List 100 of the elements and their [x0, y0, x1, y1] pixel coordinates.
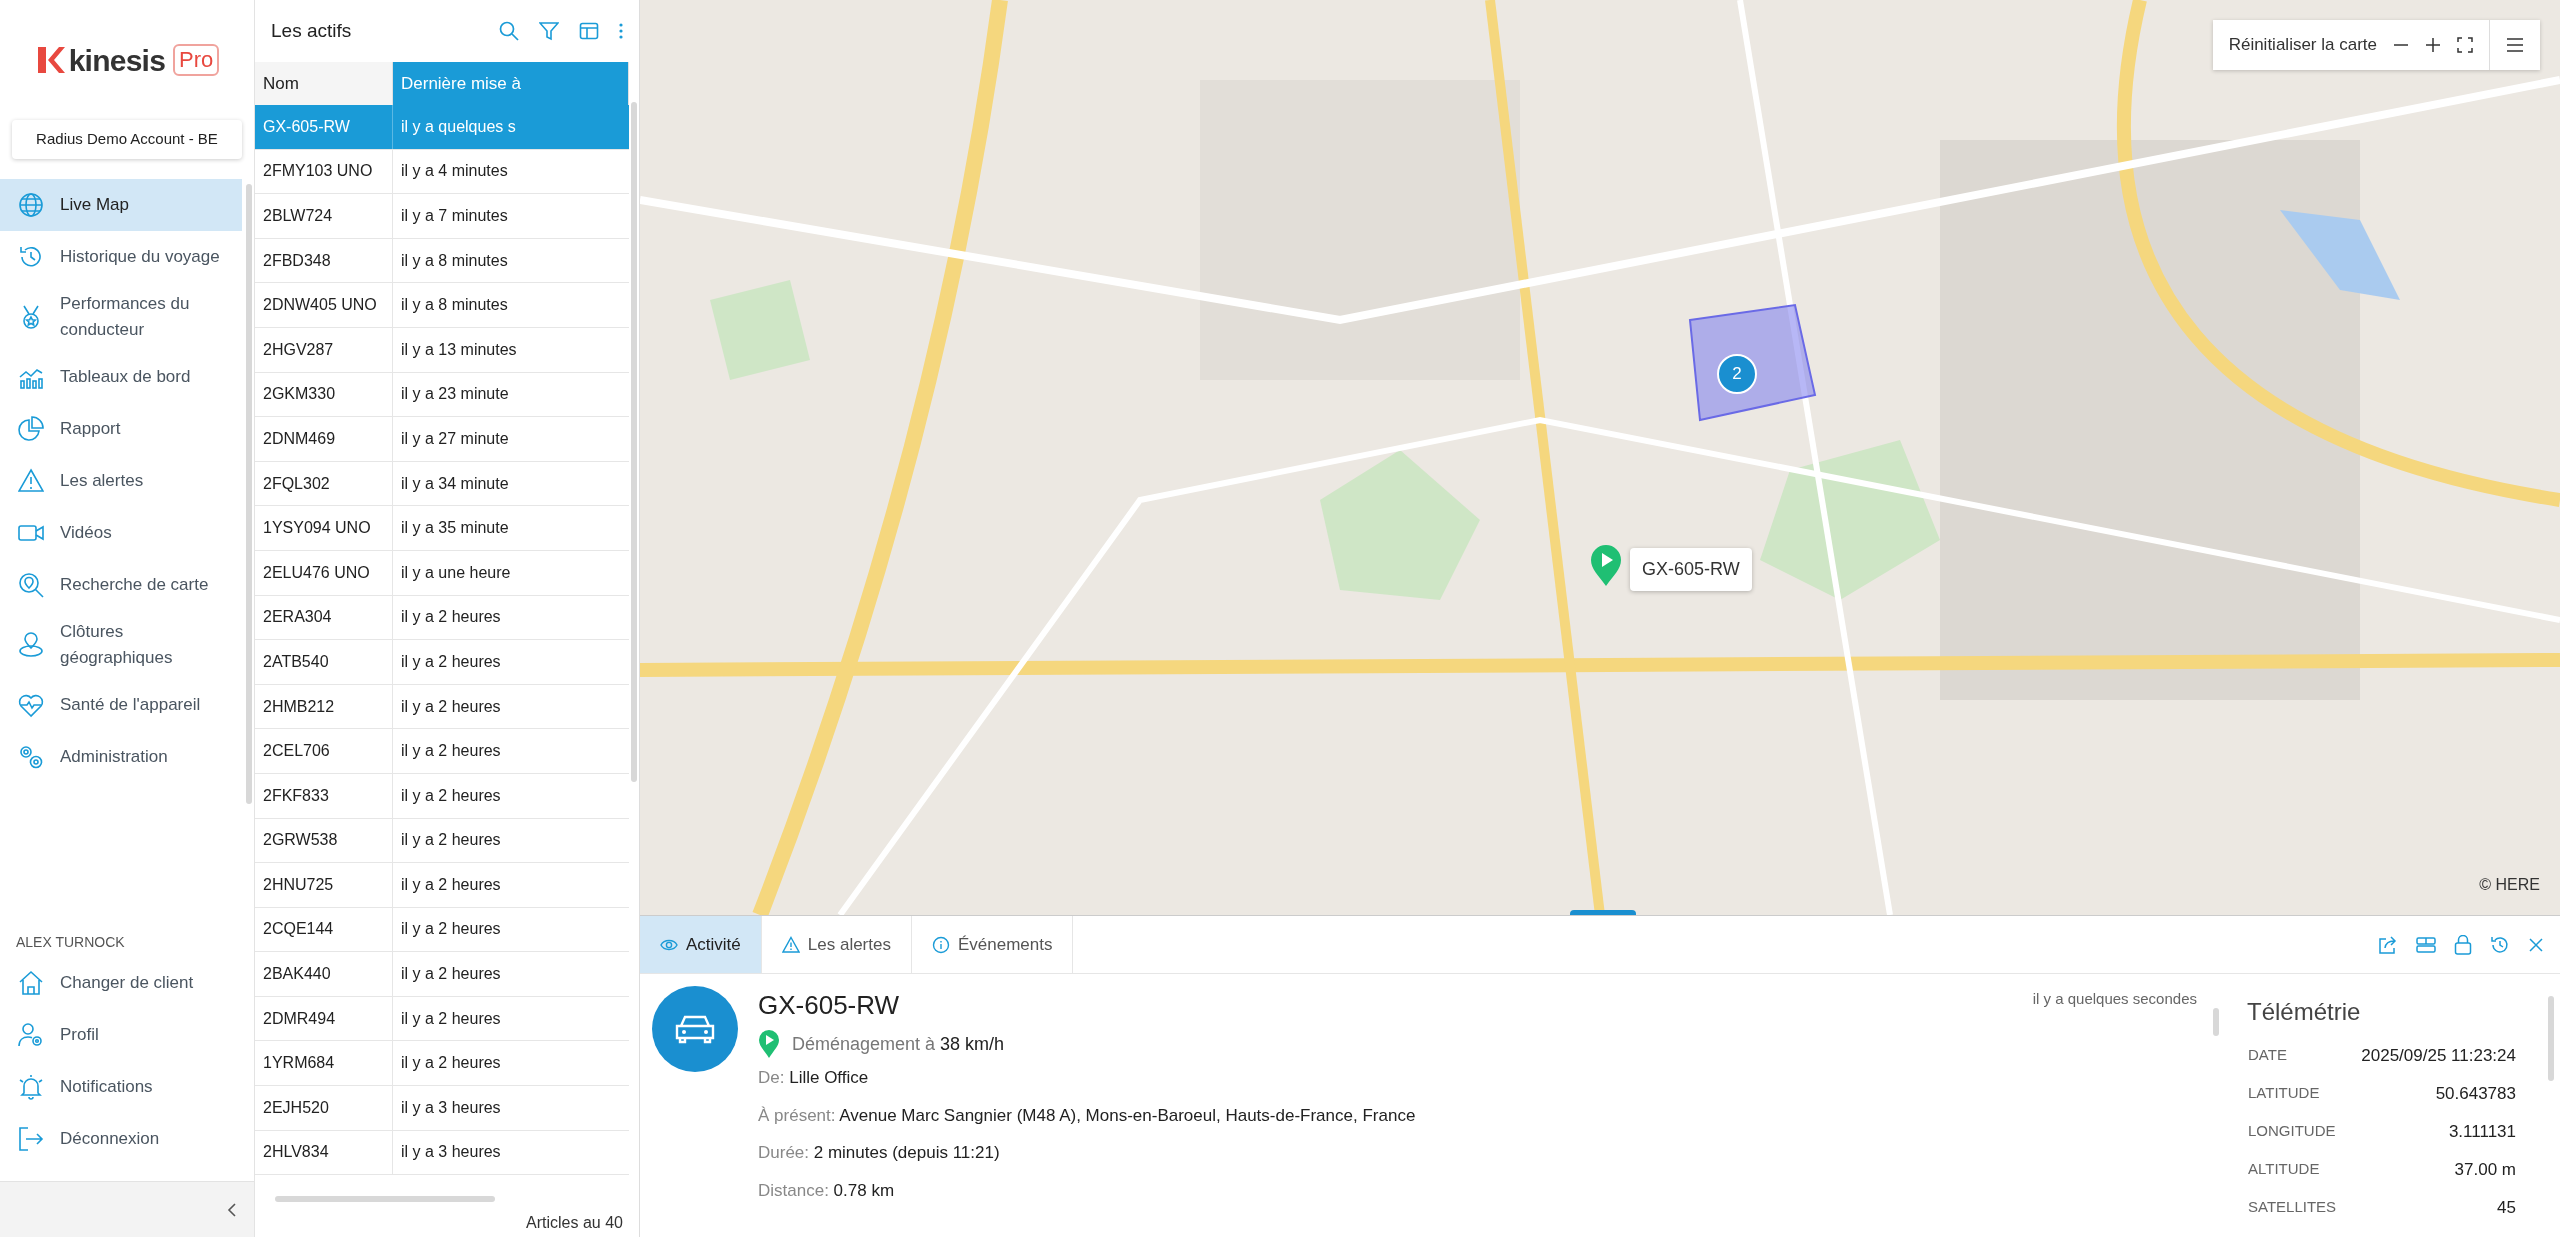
- asset-row[interactable]: 2CEL706 il y a 2 heures: [255, 729, 629, 774]
- table-cell-text: il y a 2 heures: [400, 1053, 502, 1074]
- asset-row[interactable]: 2FMY103 UNO il y a 4 minutes: [255, 149, 629, 195]
- nav-item[interactable]: Performances du conducteur: [0, 282, 242, 351]
- nav-item[interactable]: Rapport: [0, 402, 242, 455]
- table-cell: 2FKF833: [255, 773, 393, 818]
- columns-icon[interactable]: [579, 21, 599, 41]
- close-icon[interactable]: [2528, 936, 2544, 953]
- scrollbar[interactable]: [2548, 996, 2554, 1081]
- filter-icon[interactable]: [539, 21, 559, 41]
- asset-row[interactable]: 2HGV287 il y a 13 minutes: [255, 327, 629, 373]
- asset-row[interactable]: 2FKF833 il y a 2 heures: [255, 773, 629, 819]
- nav-item[interactable]: Santé de l'appareil: [0, 678, 242, 731]
- fullscreen-icon[interactable]: [2457, 37, 2473, 53]
- scrollbar[interactable]: [2213, 1008, 2219, 1036]
- table-cell: 2ERA304: [255, 595, 393, 640]
- asset-row[interactable]: 2HMB212 il y a 2 heures: [255, 684, 629, 730]
- asset-row[interactable]: 2HNU725 il y a 2 heures: [255, 863, 629, 908]
- table-cell-text: il y a 35 minute: [400, 518, 510, 539]
- table-cell: 2FBD348: [255, 238, 393, 283]
- table-cell: GX-605-RW: [255, 105, 393, 149]
- more-icon[interactable]: [619, 22, 623, 40]
- brand-name: kinesis: [68, 42, 166, 79]
- asset-row[interactable]: 2GRW538 il y a 2 heures: [255, 818, 629, 864]
- asset-row[interactable]: 2DNM469 il y a 27 minute: [255, 417, 629, 462]
- telemetry-value: 3.111131: [2448, 1120, 2516, 1143]
- table-cell-text: il y a 27 minute: [400, 428, 510, 449]
- asset-row[interactable]: 1YRM684 il y a 2 heures: [255, 1041, 629, 1087]
- asset-row[interactable]: 1YSY094 UNO il y a 35 minute: [255, 506, 629, 551]
- item-count: Articles au 40: [525, 1213, 624, 1233]
- menu-item[interactable]: Notifications: [0, 1061, 254, 1113]
- table-cell-text: il y a 4 minutes: [400, 161, 509, 182]
- table-cell-text: il y a 2 heures: [400, 696, 502, 717]
- column-header[interactable]: Nom: [255, 62, 393, 105]
- nav-item[interactable]: Vidéos: [0, 506, 242, 559]
- asset-row[interactable]: 2ATB540 il y a 2 heures: [255, 640, 629, 685]
- table-cell-text: il y a 2 heures: [400, 919, 502, 940]
- history-icon[interactable]: [2490, 934, 2510, 955]
- scrollbar[interactable]: [275, 1196, 495, 1202]
- home-icon: [18, 970, 44, 996]
- menu-icon[interactable]: [2506, 38, 2524, 52]
- nav-item[interactable]: Tableaux de bord: [0, 350, 242, 403]
- scrollbar[interactable]: [246, 183, 252, 804]
- nav-item[interactable]: Historique du voyage: [0, 230, 242, 283]
- telemetry-label: DATE: [2248, 1045, 2287, 1066]
- telemetry-title: Télémétrie: [2247, 997, 2362, 1027]
- search-icon[interactable]: [499, 21, 519, 41]
- menu-item[interactable]: Déconnexion: [0, 1113, 254, 1165]
- menu-item[interactable]: Profil: [0, 1009, 254, 1061]
- nav-item[interactable]: Recherche de carte: [0, 558, 242, 611]
- nav-item[interactable]: Administration: [0, 730, 242, 783]
- asset-row[interactable]: 2ERA304 il y a 2 heures: [255, 595, 629, 641]
- table-cell: 2CQE144: [255, 907, 393, 952]
- asset-row[interactable]: 2ELU476 UNO il y a une heure: [255, 550, 629, 596]
- lock-icon[interactable]: [2454, 934, 2472, 955]
- marker-label: GX-605-RW: [1630, 548, 1752, 591]
- table-cell: 2ELU476 UNO: [255, 550, 393, 595]
- scrollbar[interactable]: [631, 102, 637, 782]
- asset-row[interactable]: 2EJH520 il y a 3 heures: [255, 1086, 629, 1131]
- nav-item[interactable]: Live Map: [0, 178, 242, 231]
- last-update-time: il y a quelques secondes: [2032, 989, 2198, 1009]
- plan-badge: Pro: [173, 44, 220, 76]
- table-cell: 2HGV287: [255, 327, 393, 372]
- chevron-left-icon[interactable]: [226, 1201, 238, 1218]
- table-cell-text: il y a 13 minutes: [400, 339, 518, 360]
- zoom-in-icon[interactable]: [2425, 37, 2441, 53]
- telemetry-label: ALTITUDE: [2248, 1159, 2320, 1180]
- asset-row[interactable]: 2BLW724 il y a 7 minutes: [255, 194, 629, 239]
- warning-icon: [18, 467, 44, 494]
- account-selector[interactable]: Radius Demo Account - BE: [12, 120, 242, 159]
- asset-row[interactable]: 2BAK440 il y a 2 heures: [255, 952, 629, 997]
- telemetry-label: LATITUDE: [2248, 1083, 2320, 1104]
- table-cell: 2DNM469: [255, 417, 393, 461]
- globe-icon: [18, 191, 44, 218]
- detail-field: Distance: 0.78 km: [758, 1177, 2211, 1203]
- nav-item[interactable]: Clôtures géographiques: [0, 610, 242, 679]
- moving-marker-icon: [758, 1029, 780, 1059]
- asset-row[interactable]: 2DMR494 il y a 2 heures: [255, 996, 629, 1042]
- table-cell: 2CEL706: [255, 729, 393, 773]
- asset-row[interactable]: 2FBD348 il y a 8 minutes: [255, 238, 629, 284]
- asset-row[interactable]: 2HLV834 il y a 3 heures: [255, 1130, 629, 1176]
- menu-item[interactable]: Changer de client: [0, 957, 254, 1009]
- asset-row[interactable]: 2CQE144 il y a 2 heures: [255, 907, 629, 953]
- resize-handle[interactable]: [1570, 910, 1636, 915]
- table-cell: 2HMB212: [255, 684, 393, 729]
- car-icon: [674, 1014, 716, 1044]
- vehicle-marker-icon[interactable]: [1590, 545, 1622, 587]
- status-text: Déménagement à 38 km/h: [792, 1032, 1005, 1056]
- table-cell-text: il y a 7 minutes: [400, 206, 509, 226]
- asset-row[interactable]: 2FQL302 il y a 34 minute: [255, 461, 629, 507]
- tab[interactable]: Activité: [640, 916, 762, 973]
- table-cell-text: il y a 2 heures: [400, 1008, 502, 1029]
- table-cell: 2GRW538: [255, 818, 393, 863]
- asset-row[interactable]: 2GKM330 il y a 23 minute: [255, 372, 629, 418]
- asset-row[interactable]: 2DNW405 UNO il y a 8 minutes: [255, 283, 629, 328]
- layout-icon[interactable]: [2416, 935, 2436, 954]
- table-cell-text: il y a 3 heures: [400, 1097, 502, 1118]
- share-icon[interactable]: [2378, 934, 2398, 955]
- nav-item[interactable]: Les alertes: [0, 454, 242, 507]
- table-cell: 2ATB540: [255, 640, 393, 684]
